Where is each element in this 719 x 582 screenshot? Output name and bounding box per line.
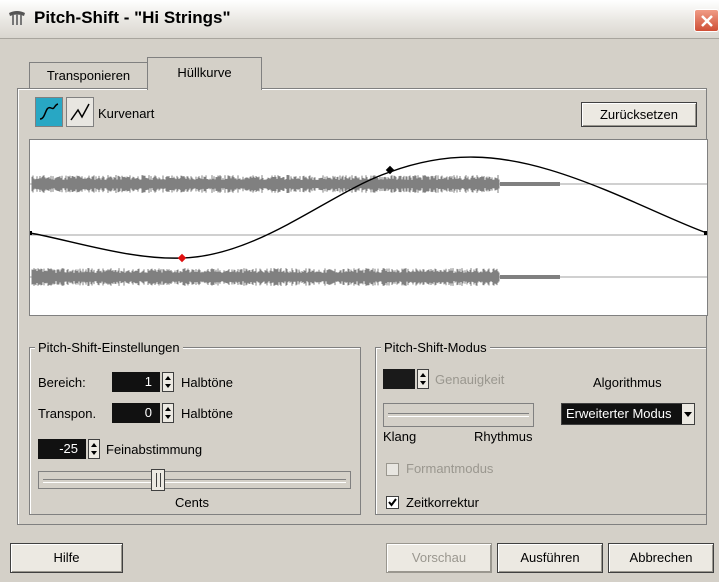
range-spinner[interactable] (162, 372, 174, 392)
envelope-point-selected[interactable] (177, 253, 187, 263)
algorithm-selected-value: Erweiterter Modus (566, 406, 672, 421)
accuracy-spinner[interactable] (417, 369, 429, 389)
pitch-shift-settings-group (29, 347, 361, 515)
range-label: Bereich: (38, 375, 86, 390)
spinner-arrows-icon (165, 407, 171, 419)
range-unit: Halbtöne (181, 375, 234, 390)
window-title: Pitch-Shift - "Hi Strings" (34, 8, 231, 27)
title-bar[interactable]: Pitch-Shift - "Hi Strings" (0, 0, 719, 39)
transpose-label: Transpon. (38, 406, 97, 421)
formant-mode-checkbox[interactable] (386, 463, 399, 476)
tab-huellkurve-label: Hüllkurve (177, 65, 232, 80)
envelope-point-start[interactable] (28, 231, 32, 235)
mode-group-title: Pitch-Shift-Modus (381, 340, 490, 355)
range-value-field[interactable]: 1 (112, 372, 160, 392)
envelope-display[interactable] (28, 139, 708, 316)
dropdown-arrow (682, 404, 694, 424)
time-correction-checkbox[interactable] (386, 496, 399, 509)
pitch-shift-dialog: Pitch-Shift - "Hi Strings" Transponieren… (0, 0, 719, 582)
spline-curve-icon (39, 103, 59, 120)
spinner-arrows-icon (91, 443, 97, 455)
linear-curve-icon (70, 103, 90, 121)
spinner-arrows-icon (165, 376, 171, 388)
accuracy-label: Genauigkeit (435, 372, 505, 387)
linear-curve-button[interactable] (66, 97, 94, 127)
klang-rhythmus-slider[interactable] (383, 403, 534, 427)
cents-label: Cents (175, 495, 209, 510)
tab-transponieren-label: Transponieren (46, 68, 131, 83)
time-correction-label: Zeitkorrektur (406, 495, 479, 510)
app-icon (9, 11, 25, 25)
checkmark-icon (388, 498, 397, 507)
algorithm-label: Algorithmus (593, 375, 662, 390)
cents-slider-thumb[interactable] (151, 469, 165, 491)
algorithm-dropdown[interactable]: Erweiterter Modus (561, 403, 695, 425)
transpose-unit: Halbtöne (181, 406, 234, 421)
fine-tune-spinner[interactable] (88, 439, 100, 459)
transpose-spinner[interactable] (162, 403, 174, 423)
accuracy-value-field[interactable] (383, 369, 415, 389)
tab-transponieren[interactable]: Transponieren (29, 62, 148, 89)
fine-tune-label: Feinabstimmung (106, 442, 203, 457)
preview-button[interactable]: Vorschau (386, 543, 492, 573)
transpose-value-field[interactable]: 0 (112, 403, 160, 423)
cents-slider[interactable] (38, 469, 351, 491)
execute-button[interactable]: Ausführen (497, 543, 603, 573)
chevron-down-icon (684, 412, 692, 417)
reset-button[interactable]: Zurücksetzen (581, 102, 697, 127)
close-icon (701, 15, 713, 27)
close-button[interactable] (694, 9, 719, 32)
help-button[interactable]: Hilfe (10, 543, 123, 573)
spinner-arrows-icon (420, 373, 426, 385)
envelope-curve (29, 156, 708, 259)
waveform-bottom (31, 268, 560, 286)
settings-group-title: Pitch-Shift-Einstellungen (35, 340, 183, 355)
waveform-top (31, 175, 560, 193)
spline-curve-button[interactable] (35, 97, 63, 127)
rhythmus-label: Rhythmus (474, 429, 533, 444)
cancel-button[interactable]: Abbrechen (608, 543, 714, 573)
fine-tune-value-field[interactable]: -25 (38, 439, 86, 459)
klang-label: Klang (383, 429, 417, 444)
envelope-point-end[interactable] (704, 231, 708, 235)
curve-type-label: Kurvenart (98, 106, 155, 121)
formant-mode-label: Formantmodus (406, 461, 494, 476)
tab-huellkurve[interactable]: Hüllkurve (147, 57, 262, 90)
